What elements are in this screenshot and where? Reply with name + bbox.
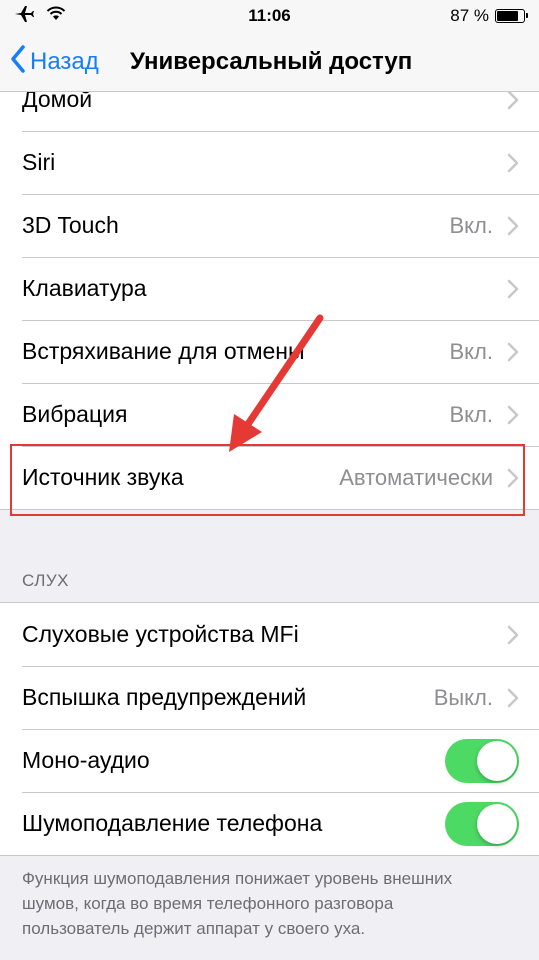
- noise-cancellation-toggle[interactable]: [445, 801, 519, 846]
- row-label: Вибрация: [22, 401, 128, 427]
- chevron-right-icon: [507, 216, 519, 236]
- settings-group-hearing: Слуховые устройства MFi Вспышка предупре…: [0, 602, 539, 856]
- row-value: Вкл.: [449, 212, 494, 238]
- airplane-icon: [14, 5, 34, 28]
- row-value: Вкл.: [449, 401, 494, 427]
- back-label: Назад: [30, 48, 99, 75]
- navigation-bar: Назад Универсальный доступ: [0, 32, 539, 92]
- list-item-led-flash-alerts[interactable]: Вспышка предупреждений Выкл.: [0, 666, 539, 729]
- highlight-box: [10, 444, 525, 516]
- toggle-knob: [477, 740, 517, 781]
- row-label: Встряхивание для отмены: [22, 338, 305, 364]
- chevron-right-icon: [507, 625, 519, 645]
- row-label: Клавиатура: [22, 275, 147, 301]
- list-item-siri[interactable]: Siri: [0, 131, 539, 194]
- battery-icon: [495, 9, 528, 23]
- footer-note: Функция шумоподавления понижает уровень …: [22, 869, 453, 938]
- list-item-keyboard[interactable]: Клавиатура: [0, 257, 539, 320]
- list-item-mfi-hearing-devices[interactable]: Слуховые устройства MFi: [0, 603, 539, 666]
- list-item-3d-touch[interactable]: 3D Touch Вкл.: [0, 194, 539, 257]
- row-label: Вспышка предупреждений: [22, 684, 307, 710]
- page-title: Универсальный доступ: [130, 48, 413, 75]
- chevron-right-icon: [507, 405, 519, 425]
- row-label: Моно-аудио: [22, 747, 150, 773]
- chevron-right-icon: [507, 342, 519, 362]
- status-left: [14, 5, 66, 28]
- chevron-right-icon: [507, 90, 519, 110]
- mono-audio-toggle[interactable]: [445, 738, 519, 783]
- list-item-vibration[interactable]: Вибрация Вкл.: [0, 383, 539, 446]
- toggle-knob: [477, 803, 517, 844]
- chevron-left-icon: [10, 44, 26, 80]
- row-value: Вкл.: [449, 338, 494, 364]
- row-label: Siri: [22, 149, 56, 175]
- status-bar: 11:06 87 %: [0, 0, 539, 32]
- wifi-icon: [46, 6, 66, 26]
- list-item-mono-audio: Моно-аудио: [0, 729, 539, 792]
- section-header-hearing: СЛУХ: [22, 571, 70, 590]
- chevron-right-icon: [507, 279, 519, 299]
- status-right: 87 %: [450, 6, 528, 26]
- row-value: Выкл.: [433, 684, 493, 710]
- back-button[interactable]: Назад: [10, 32, 99, 92]
- list-item-shake-to-undo[interactable]: Встряхивание для отмены Вкл.: [0, 320, 539, 383]
- row-label: Шумоподавление телефона: [22, 810, 323, 836]
- row-label: 3D Touch: [22, 212, 119, 238]
- row-label: Слуховые устройства MFi: [22, 621, 299, 647]
- list-item-noise-cancellation: Шумоподавление телефона: [0, 792, 539, 855]
- chevron-right-icon: [507, 153, 519, 173]
- chevron-right-icon: [507, 688, 519, 708]
- battery-percent: 87 %: [450, 6, 489, 25]
